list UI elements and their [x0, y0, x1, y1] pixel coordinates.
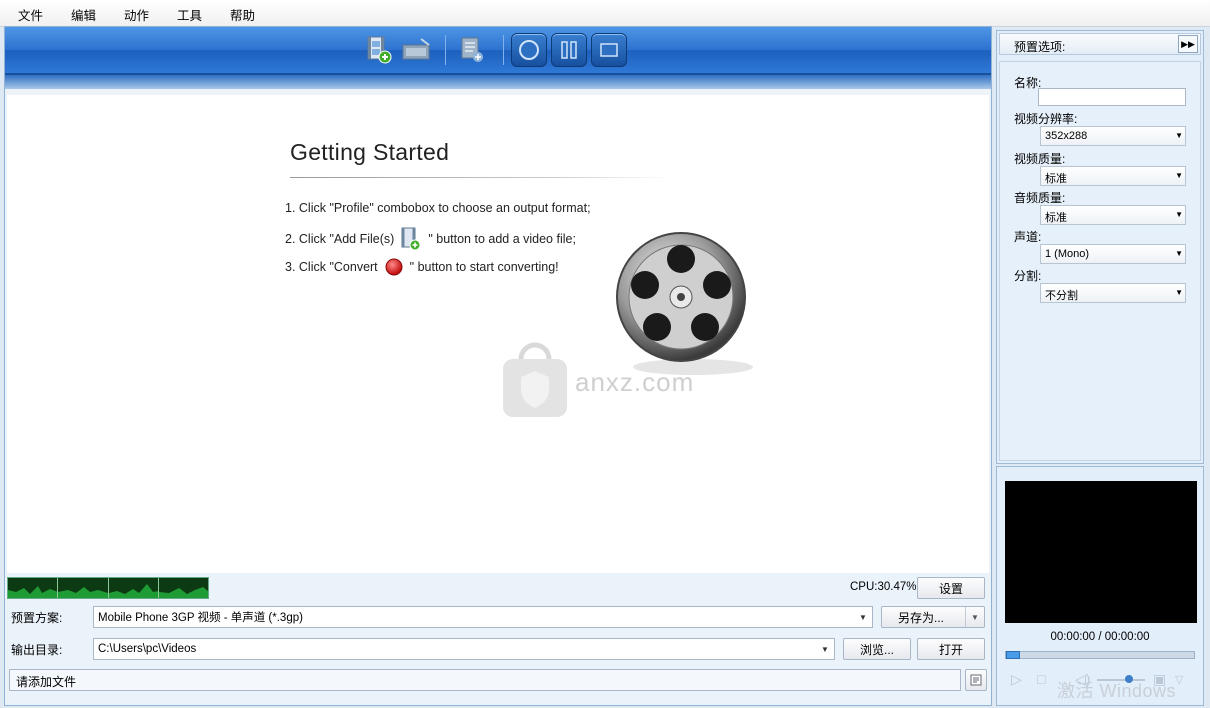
menu-tools[interactable]: 工具 [173, 5, 206, 24]
play-icon[interactable]: ▷ [1011, 671, 1022, 688]
add-file-button[interactable] [361, 33, 397, 67]
bottom-controls: CPU:30.47% 设置 预置方案: Mobile Phone 3GP 视频 … [5, 573, 991, 705]
step-1: 1. Click "Profile" combobox to choose an… [285, 201, 591, 215]
output-dir-label: 输出目录: [11, 643, 63, 657]
title-divider [290, 177, 670, 178]
status-bar: 请添加文件 [9, 669, 961, 691]
fast-forward-icon: ▶▶ [1181, 38, 1195, 49]
audio-quality-combobox[interactable]: 标准 ▼ [1040, 205, 1186, 225]
convert-button[interactable] [511, 33, 547, 67]
split-label: 分割: [1014, 269, 1042, 283]
getting-started-title: Getting Started [290, 139, 450, 165]
preset-label: 预置方案: [11, 611, 63, 625]
pause-button[interactable] [551, 33, 587, 67]
split-combobox[interactable]: 不分割 ▼ [1040, 283, 1186, 303]
seek-bar[interactable] [1005, 651, 1195, 659]
chevron-down-icon: ▼ [1175, 171, 1183, 180]
menu-edit[interactable]: 编辑 [67, 5, 100, 24]
chevron-down-icon: ▼ [821, 644, 829, 654]
film-reel-logo [616, 232, 753, 375]
settings-button[interactable]: 设置 [917, 577, 985, 599]
menu-file[interactable]: 文件 [14, 5, 47, 24]
watermark-bag-icon [503, 342, 567, 417]
chevron-down-icon: ▼ [1175, 249, 1183, 258]
channel-combobox[interactable]: 1 (Mono) ▼ [1040, 244, 1186, 264]
add-file-icon [401, 227, 421, 251]
resolution-combobox[interactable]: 352x288 ▼ [1040, 126, 1186, 146]
log-button[interactable] [965, 669, 987, 691]
record-icon [519, 40, 539, 60]
watermark-text: anxz.com [575, 367, 695, 397]
stop-icon [600, 43, 618, 57]
clip-edit-icon [402, 38, 430, 60]
activation-watermark: 激活 Windows [1057, 681, 1177, 701]
file-list-area[interactable]: Getting Started 1. Click "Profile" combo… [7, 89, 989, 573]
chevron-down-icon[interactable]: ▼ [965, 607, 984, 627]
toolbar [5, 27, 991, 75]
preset-combobox[interactable]: Mobile Phone 3GP 视频 - 单声道 (*.3gp) ▼ [93, 606, 873, 628]
chevron-down-icon: ▼ [1175, 210, 1183, 219]
chevron-down-icon[interactable]: ▽ [1175, 673, 1183, 686]
chevron-down-icon: ▼ [1175, 131, 1183, 140]
save-as-button[interactable]: 另存为... ▼ [881, 606, 985, 628]
collapse-panel-button[interactable]: ▶▶ [1178, 35, 1198, 53]
cpu-graph [7, 577, 209, 599]
log-icon [970, 674, 982, 686]
preset-options-title: 预置选项: [1014, 40, 1066, 54]
cpu-usage: CPU:30.47% [850, 581, 917, 593]
convert-red-icon [385, 258, 403, 276]
preview-panel: 00:00:00 / 00:00:00 ▷ □ ◁) ▣ ▽ 激活 Window… [996, 466, 1204, 706]
seek-thumb[interactable] [1006, 651, 1020, 659]
audio-quality-label: 音频质量: [1014, 191, 1066, 205]
video-quality-combobox[interactable]: 标准 ▼ [1040, 166, 1186, 186]
stop-icon[interactable]: □ [1037, 671, 1045, 687]
stop-button[interactable] [591, 33, 627, 67]
step-3: 3. Click "Convert " button to start conv… [285, 257, 559, 277]
menubar: 文件 编辑 动作 工具 帮助 [0, 0, 1210, 27]
main-pane: Getting Started 1. Click "Profile" combo… [4, 26, 992, 706]
preset-options-panel: 预置选项: ▶▶ 名称: 视频分辨率: 352x288 ▼ 视频质量: 标准 ▼… [996, 30, 1204, 464]
output-dir-combobox[interactable]: C:\Users\pc\Videos ▼ [93, 638, 835, 660]
chevron-down-icon: ▼ [859, 612, 867, 622]
video-quality-label: 视频质量: [1014, 152, 1066, 166]
add-task-button[interactable] [453, 33, 489, 67]
step-2: 2. Click "Add File(s) " button to add a … [285, 227, 576, 251]
browse-button[interactable]: 浏览... [843, 638, 911, 660]
playback-time: 00:00:00 / 00:00:00 [1050, 631, 1150, 643]
menu-action[interactable]: 动作 [120, 5, 153, 24]
name-field[interactable] [1038, 88, 1186, 106]
pause-icon [561, 41, 577, 59]
chevron-down-icon: ▼ [1175, 288, 1183, 297]
channel-label: 声道: [1014, 230, 1042, 244]
right-pane: 预置选项: ▶▶ 名称: 视频分辨率: 352x288 ▼ 视频质量: 标准 ▼… [996, 26, 1206, 706]
resolution-label: 视频分辨率: [1014, 112, 1078, 126]
edit-clip-button[interactable] [399, 33, 435, 67]
menu-help[interactable]: 帮助 [226, 5, 259, 24]
add-file-icon [367, 36, 392, 64]
video-preview[interactable] [1005, 481, 1197, 623]
open-button[interactable]: 打开 [917, 638, 985, 660]
task-list-icon [461, 37, 483, 62]
